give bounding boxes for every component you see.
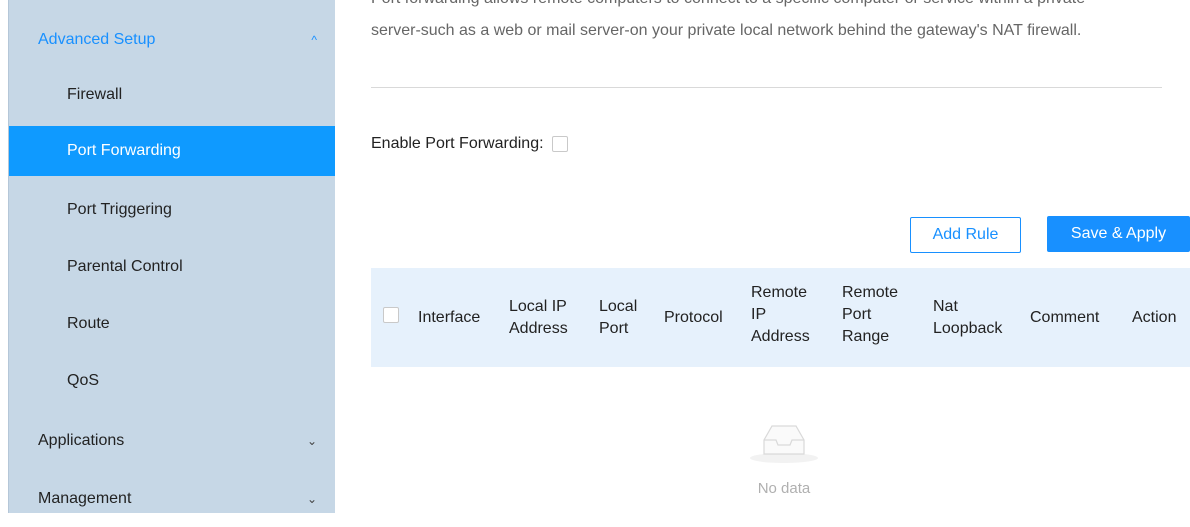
select-all-checkbox[interactable] bbox=[383, 307, 399, 323]
sidebar-item-route[interactable]: Route bbox=[9, 299, 335, 349]
sidebar-item-qos[interactable]: QoS bbox=[9, 356, 335, 406]
sidebar-item-label: Port Forwarding bbox=[67, 142, 181, 159]
sidebar-item-label: Firewall bbox=[67, 86, 123, 103]
divider bbox=[371, 87, 1162, 88]
sidebar: Advanced Setup ^ Firewall Port Forwardin… bbox=[8, 0, 335, 513]
sidebar-item-label: Port Triggering bbox=[67, 201, 172, 218]
menu-advanced-setup-label: Advanced Setup bbox=[38, 30, 156, 48]
sidebar-item-port-forwarding[interactable]: Port Forwarding bbox=[9, 126, 335, 176]
enable-port-forwarding-checkbox[interactable] bbox=[551, 136, 568, 152]
sidebar-item-label: Route bbox=[67, 315, 110, 332]
menu-applications[interactable]: Applications ⌄ bbox=[9, 412, 335, 469]
column-interface: Interface bbox=[418, 309, 481, 326]
table-header: Interface Local IP Address Local Port Pr… bbox=[371, 268, 1190, 367]
column-protocol: Protocol bbox=[664, 309, 723, 326]
column-comment: Comment bbox=[1030, 309, 1100, 326]
column-local-port: Local Port bbox=[599, 298, 638, 337]
menu-advanced-setup[interactable]: Advanced Setup ^ bbox=[9, 11, 335, 68]
sidebar-item-firewall[interactable]: Firewall bbox=[9, 70, 335, 120]
chevron-down-icon: ⌄ bbox=[306, 491, 317, 506]
sidebar-item-port-triggering[interactable]: Port Triggering bbox=[9, 185, 335, 235]
sidebar-item-parental-control[interactable]: Parental Control bbox=[9, 242, 335, 292]
column-remote-ip-address: Remote IP Address bbox=[751, 284, 810, 345]
description-partial-line: Port forwarding allows remote computers … bbox=[371, 0, 1171, 11]
menu-management-label: Management bbox=[38, 489, 132, 507]
menu-applications-label: Applications bbox=[38, 431, 125, 449]
column-nat-loopback: Nat Loopback bbox=[933, 298, 1003, 337]
enable-port-forwarding-row: Enable Port Forwarding: bbox=[371, 135, 568, 153]
enable-port-forwarding-label: Enable Port Forwarding: bbox=[371, 135, 544, 152]
empty-text: No data bbox=[757, 480, 811, 497]
sidebar-item-label: QoS bbox=[67, 372, 100, 389]
column-action: Action bbox=[1132, 309, 1177, 326]
sidebar-item-label: Parental Control bbox=[67, 258, 183, 275]
empty-inbox-icon bbox=[744, 420, 824, 471]
column-local-ip-address: Local IP Address bbox=[509, 298, 568, 337]
column-remote-port-range: Remote Port Range bbox=[842, 284, 899, 345]
menu-management[interactable]: Management ⌄ bbox=[9, 470, 335, 527]
chevron-up-icon: ^ bbox=[311, 32, 317, 47]
save-apply-button[interactable]: Save & Apply bbox=[1047, 216, 1190, 252]
add-rule-button[interactable]: Add Rule bbox=[910, 217, 1021, 253]
description-text: server-such as a web or mail server-on y… bbox=[371, 22, 1082, 39]
chevron-down-icon: ⌄ bbox=[306, 433, 317, 448]
